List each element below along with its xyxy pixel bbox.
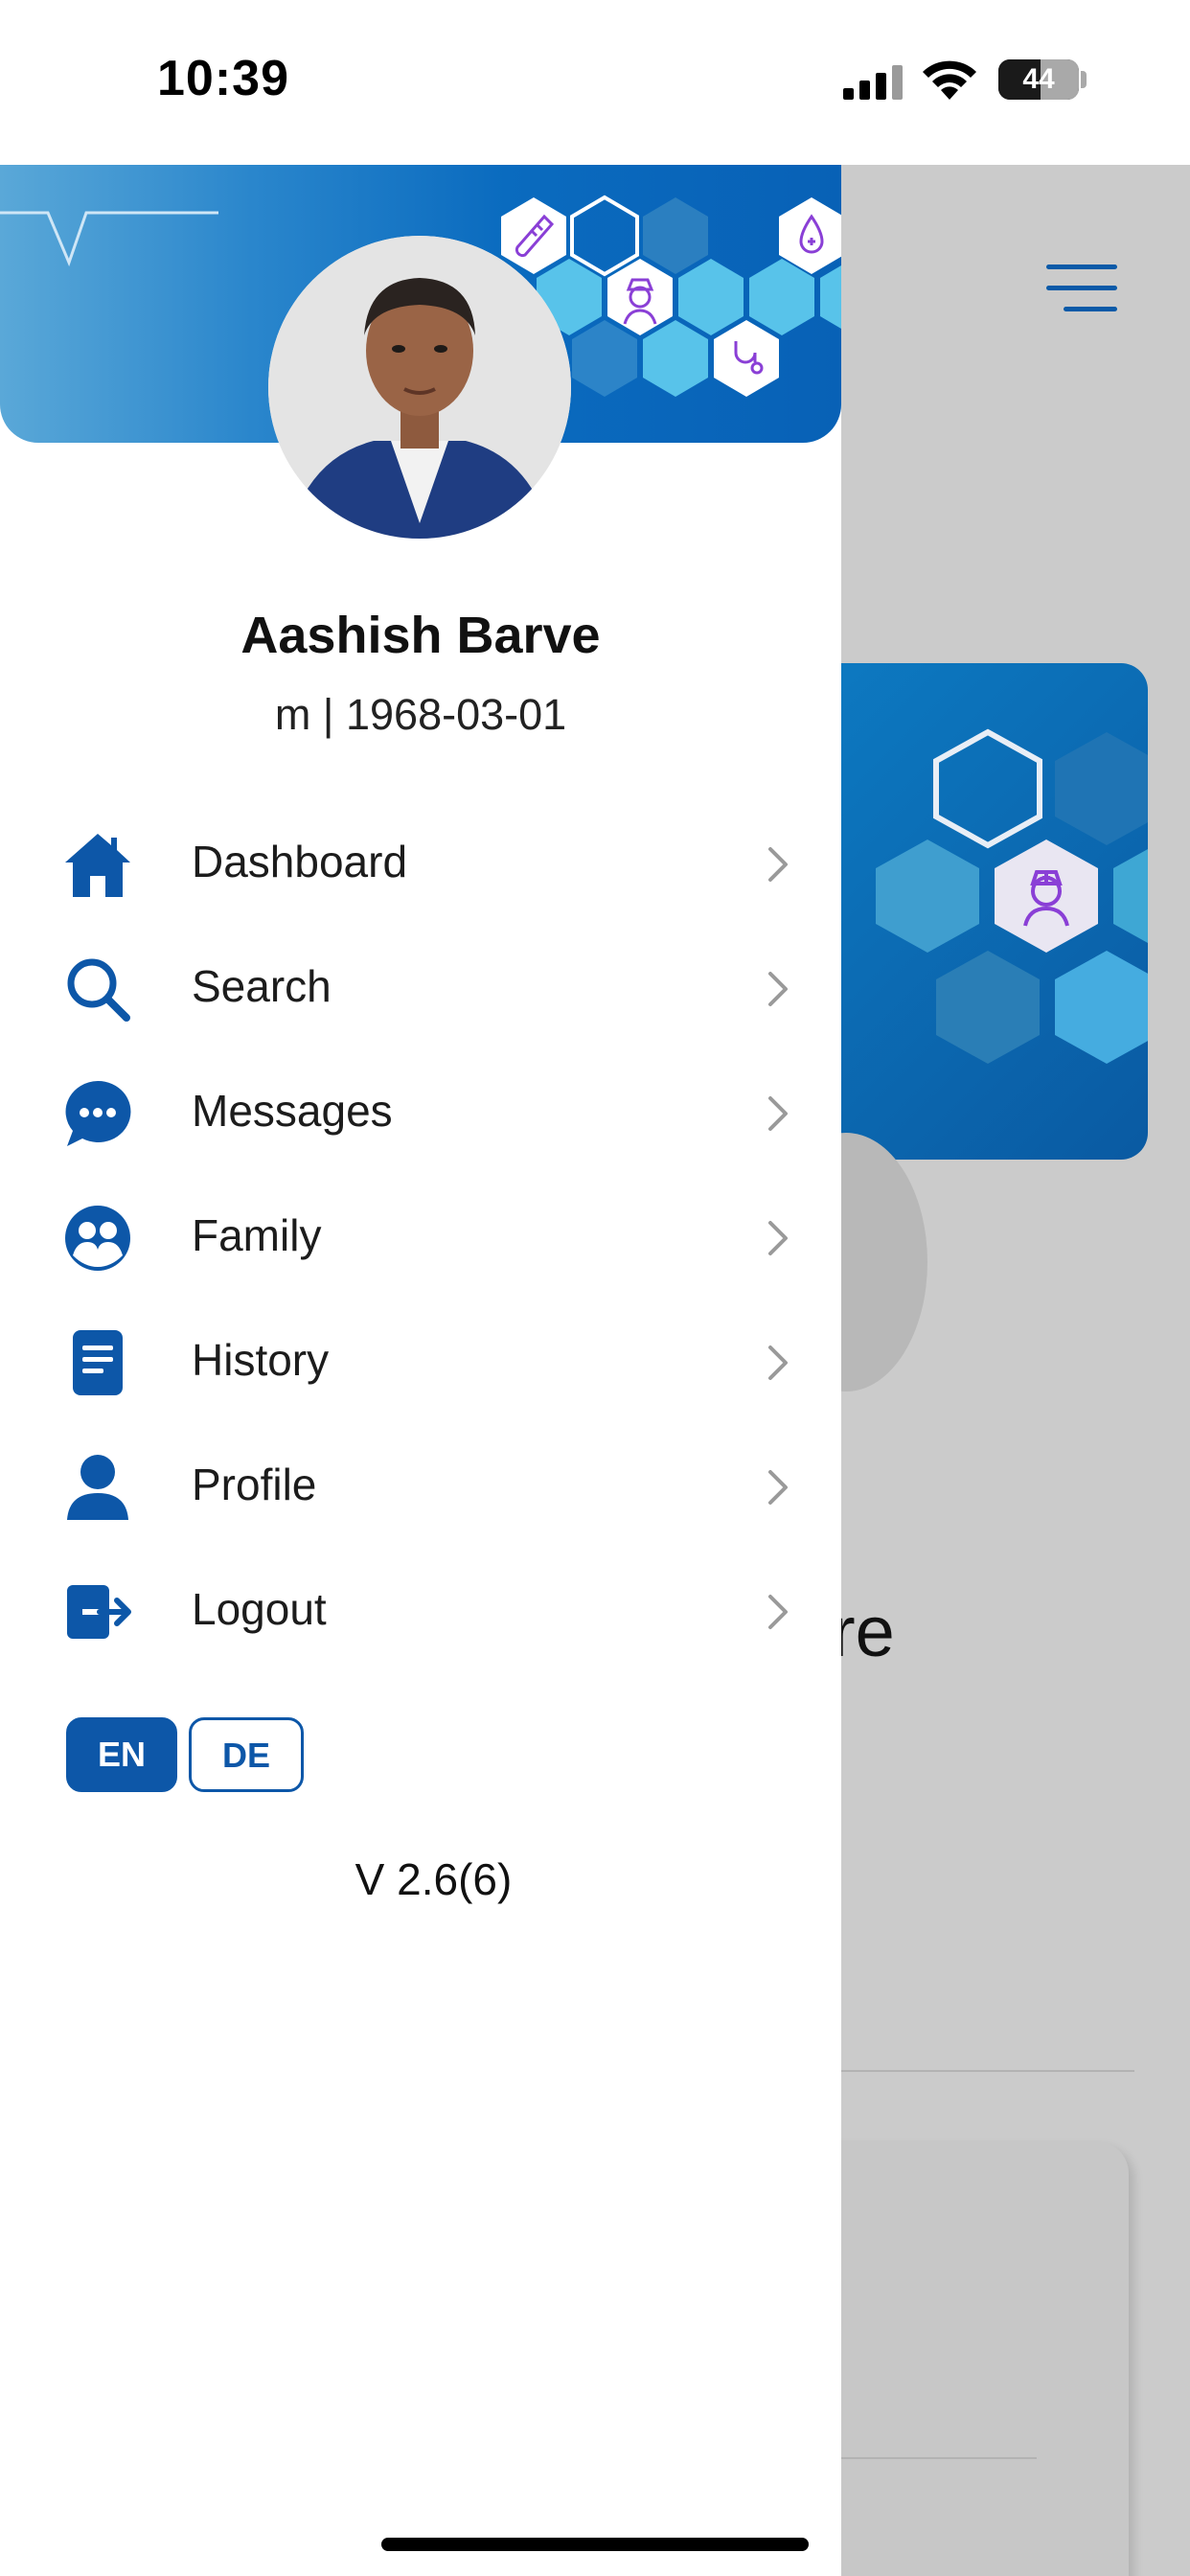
- background-app-overlay[interactable]: re: [841, 165, 1190, 2576]
- background-panel: [841, 2141, 1129, 2576]
- background-partial-text: re: [841, 1592, 895, 1671]
- language-button-de[interactable]: DE: [189, 1717, 304, 1792]
- menu-item-dashboard[interactable]: Dashboard: [0, 801, 841, 926]
- status-time: 10:39: [157, 51, 289, 106]
- menu-item-family[interactable]: Family: [0, 1175, 841, 1300]
- menu-label: Search: [192, 961, 332, 1011]
- document-icon: [73, 1330, 123, 1395]
- menu-label: Dashboard: [192, 837, 408, 886]
- home-icon: [65, 834, 130, 897]
- divider: [841, 2070, 1134, 2072]
- hamburger-menu-icon[interactable]: [1042, 264, 1117, 312]
- user-avatar[interactable]: [268, 236, 571, 539]
- heartbeat-line: [0, 211, 218, 267]
- chevron-right-icon: [768, 1470, 788, 1505]
- menu-label: Logout: [192, 1584, 327, 1634]
- divider: [841, 2457, 1037, 2459]
- family-icon: [65, 1206, 130, 1271]
- battery-percent: 44: [1022, 63, 1055, 95]
- hexagon-pattern: [876, 728, 1148, 1064]
- chevron-right-icon: [768, 847, 788, 882]
- user-photo: [268, 236, 571, 539]
- status-bar: 10:39 44: [0, 0, 1190, 165]
- menu-label: History: [192, 1335, 330, 1385]
- cellular-signal-icon: [843, 65, 903, 100]
- chevron-right-icon: [768, 972, 788, 1006]
- menu-label: Profile: [192, 1460, 317, 1509]
- background-banner-card: [841, 663, 1148, 1160]
- logout-icon: [67, 1585, 131, 1639]
- chevron-right-icon: [768, 1346, 788, 1380]
- chat-bubble-icon: [65, 1080, 131, 1146]
- home-indicator[interactable]: [381, 2538, 809, 2551]
- menu-item-history[interactable]: History: [0, 1300, 841, 1424]
- user-name: Aashish Barve: [240, 607, 601, 664]
- navigation-drawer: Aashish Barve m | 1968-03-01 Dashboard S…: [0, 165, 841, 2576]
- menu-item-search[interactable]: Search: [0, 926, 841, 1050]
- search-icon: [67, 958, 130, 1022]
- language-button-en[interactable]: EN: [66, 1717, 177, 1792]
- menu-item-profile[interactable]: Profile: [0, 1424, 841, 1549]
- app-version: V 2.6(6): [355, 1854, 513, 1904]
- wifi-icon: [923, 60, 976, 100]
- background-avatar-circle: [841, 1133, 927, 1392]
- chevron-right-icon: [768, 1221, 788, 1255]
- menu-label: Family: [192, 1210, 322, 1260]
- chevron-right-icon: [768, 1595, 788, 1629]
- menu-item-logout[interactable]: Logout: [0, 1549, 841, 1673]
- chevron-right-icon: [768, 1096, 788, 1131]
- battery-icon: 44: [998, 59, 1079, 100]
- menu-item-messages[interactable]: Messages: [0, 1050, 841, 1175]
- user-gender-birthdate: m | 1968-03-01: [274, 690, 567, 739]
- person-icon: [67, 1455, 128, 1520]
- menu-label: Messages: [192, 1086, 393, 1136]
